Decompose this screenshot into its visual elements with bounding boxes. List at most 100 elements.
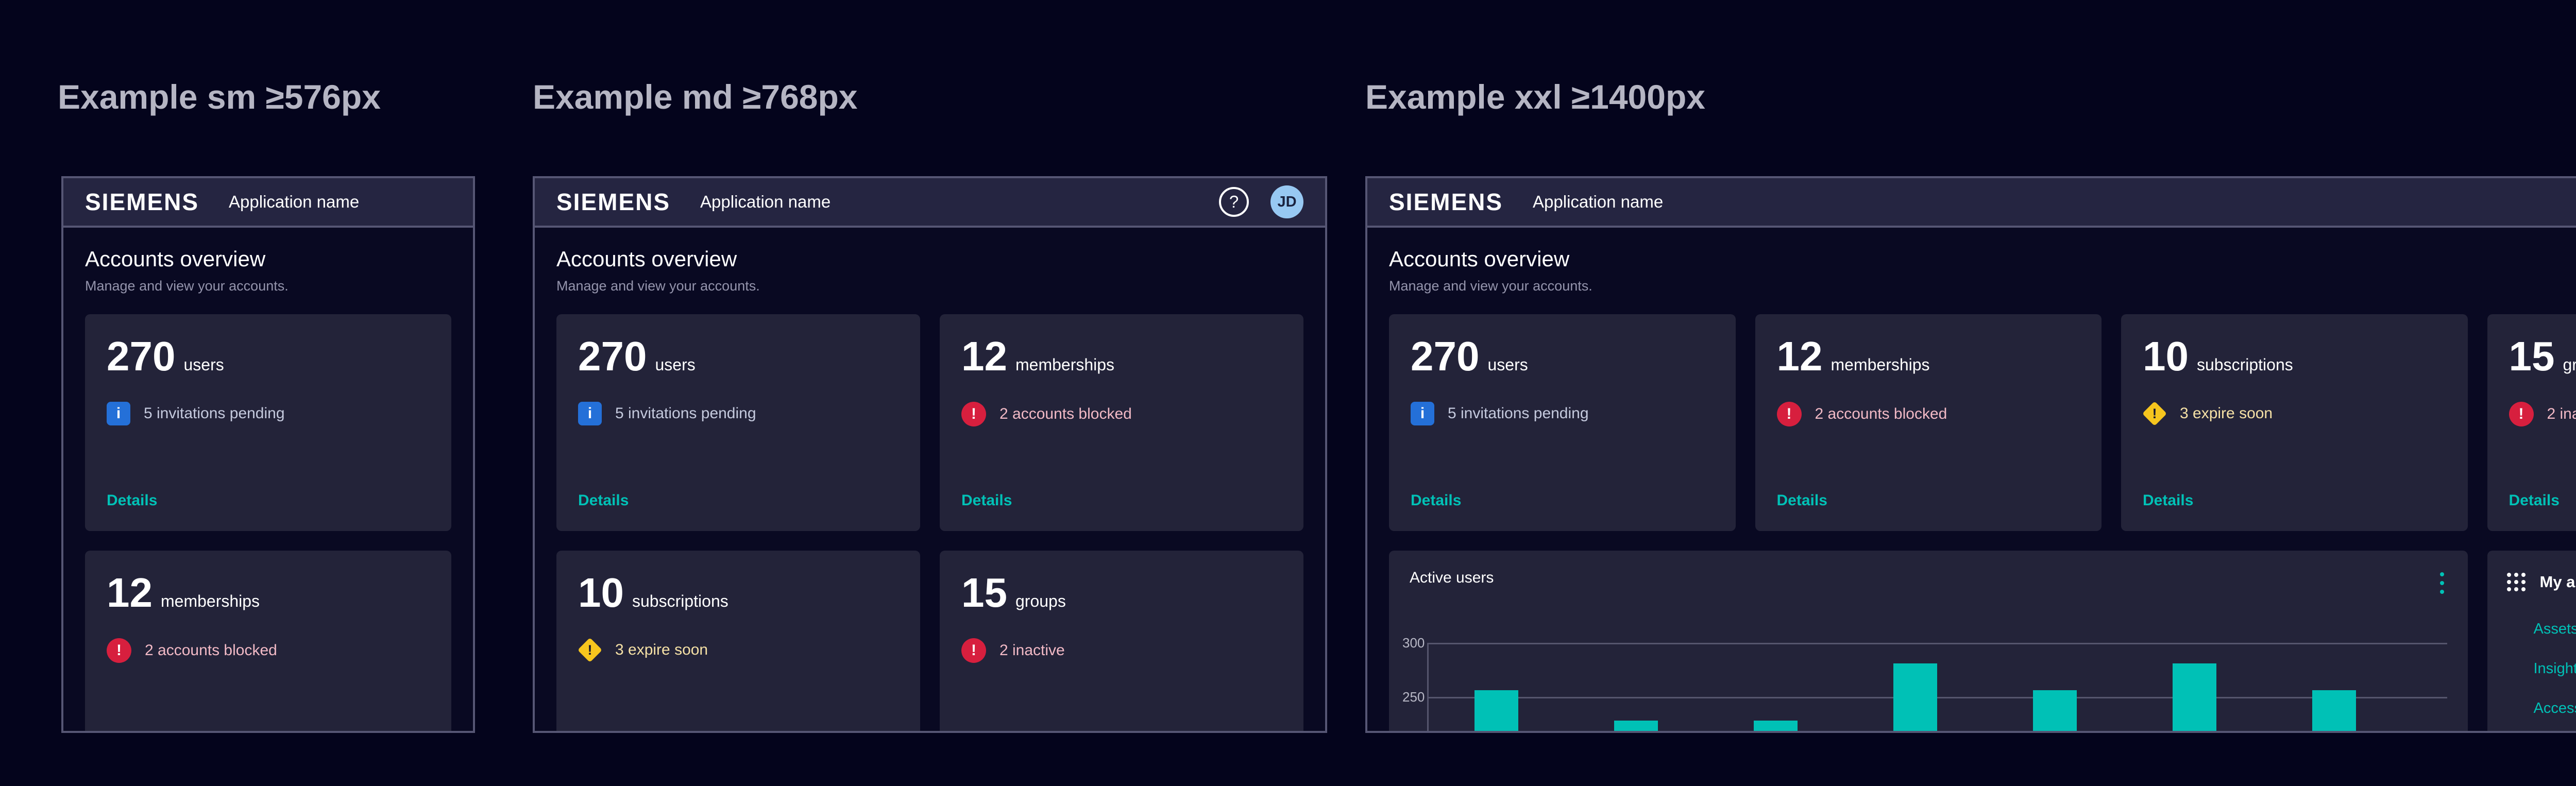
- stat-card-groups: 15 groups ! 2 inactive Details: [940, 551, 1303, 733]
- app-link-label: Insights: [2534, 660, 2576, 677]
- siemens-logo: SIEMENS: [556, 188, 670, 216]
- stat-line: 12 memberships: [107, 572, 430, 613]
- badge-text: 5 invitations pending: [144, 405, 285, 422]
- info-icon: i: [107, 402, 130, 425]
- avatar[interactable]: JD: [1270, 185, 1303, 218]
- details-link[interactable]: Details: [2143, 492, 2446, 509]
- app-link-label: Access key: [2534, 700, 2576, 717]
- stats-grid: 270 users i 5 invitations pending Detail…: [85, 314, 451, 733]
- details-link[interactable]: Details: [2509, 492, 2576, 509]
- badge-row: ! 2 accounts blocked: [1777, 402, 2080, 426]
- badge-text: 2 accounts blocked: [145, 642, 277, 659]
- stat-value: 15: [961, 572, 1007, 613]
- stat-label: groups: [1015, 592, 1066, 611]
- siemens-logo: SIEMENS: [1389, 188, 1503, 216]
- stat-value: 270: [107, 336, 175, 377]
- stat-label: memberships: [1831, 355, 1929, 374]
- details-link[interactable]: Details: [107, 492, 430, 509]
- stat-card-memberships: 12 memberships ! 2 accounts blocked Deta…: [85, 551, 451, 733]
- chart-bar: [1614, 721, 1658, 733]
- stat-line: 270 users: [107, 336, 430, 377]
- stat-label: groups: [2563, 355, 2576, 374]
- siemens-logo: SIEMENS: [85, 188, 199, 216]
- stats-grid: 270 users i 5 invitations pending Detail…: [556, 314, 1303, 733]
- stat-line: 10 subscriptions: [578, 572, 899, 613]
- stat-value: 12: [1777, 336, 1823, 377]
- app-link-label: Assets flow: [2534, 621, 2576, 638]
- frame-body: Accounts overview Manage and view your a…: [1367, 228, 2576, 733]
- badge-text: 2 inactive: [999, 642, 1065, 659]
- y-axis-line: [1427, 643, 1429, 733]
- stat-value: 12: [961, 336, 1007, 377]
- badge-row: ! 3 expire soon: [578, 638, 899, 662]
- stat-value: 12: [107, 572, 152, 613]
- app-link[interactable]: Assets flow›: [2534, 621, 2576, 638]
- example-frame-sm: SIEMENS Application name Accounts overvi…: [61, 176, 475, 733]
- chart-bar: [1893, 663, 1937, 733]
- stat-label: users: [1487, 355, 1528, 374]
- details-link[interactable]: Details: [578, 492, 899, 509]
- page-subtitle: Manage and view your accounts.: [556, 278, 1303, 294]
- section-title-md: Example md ≥768px: [533, 77, 858, 116]
- stat-line: 15 groups: [2509, 336, 2576, 377]
- chart-header: Active users: [1410, 569, 2447, 597]
- y-tick-label: 250: [1402, 689, 1422, 705]
- badge-row: i 5 invitations pending: [578, 402, 899, 425]
- stat-card-users: 270 users i 5 invitations pending Detail…: [85, 314, 451, 531]
- chart-bar: [2173, 663, 2216, 733]
- stat-value: 15: [2509, 336, 2555, 377]
- my-apps-links: Assets flow›Insights›Access key›Assets A…: [2507, 621, 2576, 733]
- badge-text: 5 invitations pending: [615, 405, 756, 422]
- stat-value: 270: [1411, 336, 1479, 377]
- stat-card-groups: 15 groups ! 2 inactive Details: [2487, 314, 2576, 531]
- badge-row: ! 3 expire soon: [2143, 402, 2446, 425]
- stats-grid: 270 users i 5 invitations pending Detail…: [1389, 314, 2576, 733]
- application-name: Application name: [700, 192, 831, 212]
- section-title-xxl: Example xxl ≥1400px: [1365, 77, 1705, 116]
- stat-value: 10: [2143, 336, 2189, 377]
- stat-label: users: [655, 355, 695, 374]
- app-link[interactable]: Insights›: [2534, 660, 2576, 677]
- section-title-sm: Example sm ≥576px: [58, 77, 381, 116]
- badge-row: i 5 invitations pending: [1411, 402, 1714, 425]
- chart-bar: [1754, 721, 1798, 733]
- stat-line: 10 subscriptions: [2143, 336, 2446, 377]
- my-apps-header: My apps: [2507, 568, 2576, 596]
- stat-line: 270 users: [1411, 336, 1714, 377]
- page-subtitle: Manage and view your accounts.: [1389, 278, 2576, 294]
- stat-label: memberships: [161, 592, 260, 611]
- app-header: SIEMENS Application name: [63, 178, 473, 228]
- badge-text: 5 invitations pending: [1448, 405, 1589, 422]
- info-icon: i: [1411, 402, 1434, 425]
- y-tick-label: 300: [1402, 635, 1422, 651]
- badge-row: ! 2 inactive: [961, 638, 1282, 663]
- screenshot-canvas: Example sm ≥576px Example md ≥768px Exam…: [0, 0, 2576, 786]
- my-apps-title: My apps: [2540, 573, 2576, 591]
- details-link[interactable]: Details: [1777, 492, 2080, 509]
- stat-card-subscriptions: 10 subscriptions ! 3 expire soon Details: [2121, 314, 2468, 531]
- active-users-chart-card: Active users 300250: [1389, 551, 2468, 733]
- stat-value: 10: [578, 572, 624, 613]
- apps-grid-icon: [2507, 573, 2526, 591]
- bar-chart-plot: 300250: [1410, 624, 2447, 733]
- frame-body: Accounts overview Manage and view your a…: [63, 228, 473, 733]
- chart-bar: [1475, 690, 1518, 733]
- details-link[interactable]: Details: [1411, 492, 1714, 509]
- info-icon: i: [578, 402, 602, 425]
- stat-line: 15 groups: [961, 572, 1282, 613]
- alert-icon: !: [1777, 402, 1802, 426]
- kebab-menu-icon[interactable]: [2437, 569, 2447, 597]
- chart-title: Active users: [1410, 569, 1494, 587]
- badge-text: 2 inactive: [2547, 405, 2576, 423]
- help-icon[interactable]: ?: [1219, 187, 1249, 217]
- badge-text: 3 expire soon: [615, 641, 708, 659]
- details-link[interactable]: Details: [961, 492, 1282, 509]
- warning-icon: !: [578, 638, 602, 662]
- stat-value: 270: [578, 336, 647, 377]
- page-title: Accounts overview: [556, 247, 1303, 271]
- y-gridline: [1427, 643, 2447, 644]
- page-title: Accounts overview: [1389, 247, 2576, 271]
- page-title: Accounts overview: [85, 247, 451, 271]
- app-link[interactable]: Access key›: [2534, 700, 2576, 717]
- stat-card-memberships: 12 memberships ! 2 accounts blocked Deta…: [940, 314, 1303, 531]
